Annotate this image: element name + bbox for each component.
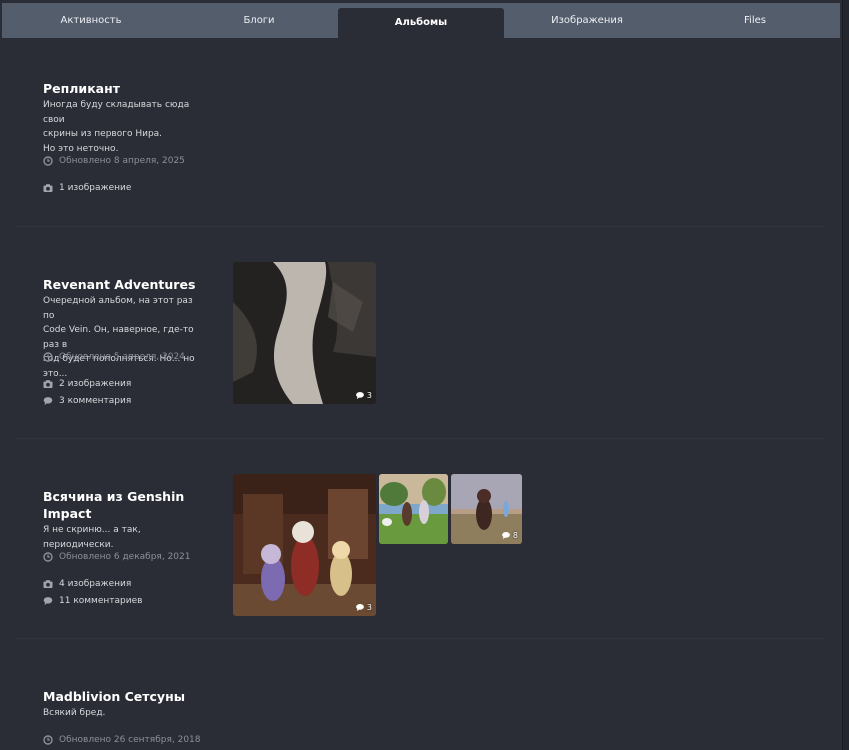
comment-icon (43, 597, 53, 605)
album-info: Revenant Adventures Очередной альбом, на… (43, 276, 205, 381)
page-frame: Активность Блоги Альбомы Изображения Fil… (0, 0, 843, 750)
thumbnail-comment-count: 8 (501, 531, 518, 540)
album-comment-count: 11 комментариев (43, 596, 142, 606)
description-line: Но это неточно. (43, 143, 119, 154)
image-count-text: 2 изображения (59, 379, 132, 389)
clock-icon (43, 352, 53, 362)
comment-icon (43, 397, 53, 405)
tab-albums[interactable]: Альбомы (338, 8, 504, 38)
album-title-line: Impact (43, 506, 92, 521)
tab-blogs[interactable]: Блоги (180, 3, 338, 38)
album-updated: Обновлено 8 апреля, 2025 (43, 156, 185, 166)
album-updated: Обновлено 6 декабря, 2021 (43, 552, 190, 562)
album-image-count: 4 изображения (43, 579, 131, 589)
image-count-text: 4 изображения (59, 579, 132, 589)
description-line: скрины из первого Нира. (43, 129, 163, 139)
thumbnail-comment-count-text: 3 (366, 391, 372, 400)
thumbnail-comment-count: 3 (355, 603, 372, 612)
camera-icon (43, 580, 53, 588)
description-line: Всякий бред. (43, 708, 106, 718)
thumbnail-comment-count-text: 3 (366, 603, 372, 612)
comment-icon (502, 531, 510, 540)
album-title[interactable]: Репликант (43, 80, 205, 97)
comment-count-text: 11 комментариев (59, 596, 143, 606)
album-info: Madblivion Сетсуны Всякий бред. (43, 688, 205, 721)
album-divider (15, 226, 825, 227)
clock-icon (43, 735, 53, 745)
comment-icon (356, 603, 364, 612)
tab-activity[interactable]: Активность (2, 3, 180, 38)
description-line: Очередной альбом, на этот раз по (43, 296, 193, 321)
description-line: Иногда буду складывать сюда свои (43, 100, 190, 125)
album-thumbnail[interactable]: 3 (233, 474, 376, 616)
album-title-line: Всячина из Genshin (43, 489, 185, 504)
album-title[interactable]: Всячина из Genshin Impact (43, 488, 205, 522)
updated-text: Обновлено 8 апреля, 2025 (59, 156, 185, 166)
thumbnail-image (233, 474, 376, 616)
camera-icon (43, 380, 53, 388)
tab-bar: Активность Блоги Альбомы Изображения Fil… (2, 3, 840, 38)
album-description: Я не скриню... а так, периодически. (43, 523, 205, 552)
tab-images[interactable]: Изображения (504, 3, 670, 38)
album-title[interactable]: Madblivion Сетсуны (43, 688, 205, 705)
album-image-count: 2 изображения (43, 379, 131, 389)
updated-text: Обновлено 5 апреля, 2024 (59, 352, 185, 362)
clock-icon (43, 156, 53, 166)
album-info: Репликант Иногда буду складывать сюда св… (43, 80, 205, 156)
album-divider (15, 638, 825, 639)
thumbnail-image (233, 262, 376, 404)
comment-count-text: 3 комментария (59, 396, 132, 406)
album-description: Очередной альбом, на этот раз по Code Ve… (43, 294, 205, 381)
comment-icon (356, 391, 364, 400)
updated-text: Обновлено 6 декабря, 2021 (59, 552, 191, 562)
camera-icon (43, 184, 53, 192)
album-image-count: 1 изображение (43, 183, 131, 193)
album-info: Всячина из Genshin Impact Я не скриню...… (43, 488, 205, 552)
thumbnail-comment-count-text: 8 (512, 531, 518, 540)
album-description: Всякий бред. (43, 706, 205, 721)
thumbnail-image (379, 474, 448, 544)
thumbnail-comment-count: 3 (355, 391, 372, 400)
album-thumbnail[interactable]: 8 (451, 474, 522, 544)
album-title[interactable]: Revenant Adventures (43, 276, 205, 293)
album-updated: Обновлено 26 сентября, 2018 (43, 735, 201, 745)
tab-files[interactable]: Files (670, 3, 840, 38)
image-count-text: 1 изображение (59, 183, 132, 193)
album-thumbnail[interactable] (379, 474, 448, 544)
album-thumbnail[interactable]: 3 (233, 262, 376, 404)
clock-icon (43, 552, 53, 562)
album-comment-count: 3 комментария (43, 396, 131, 406)
updated-text: Обновлено 26 сентября, 2018 (59, 735, 201, 745)
description-line: Я не скриню... а так, периодически. (43, 525, 141, 550)
album-updated: Обновлено 5 апреля, 2024 (43, 352, 185, 362)
album-divider (15, 438, 825, 439)
description-line: Code Vein. Он, наверное, где-то раз в (43, 325, 194, 350)
album-description: Иногда буду складывать сюда свои скрины … (43, 98, 205, 156)
